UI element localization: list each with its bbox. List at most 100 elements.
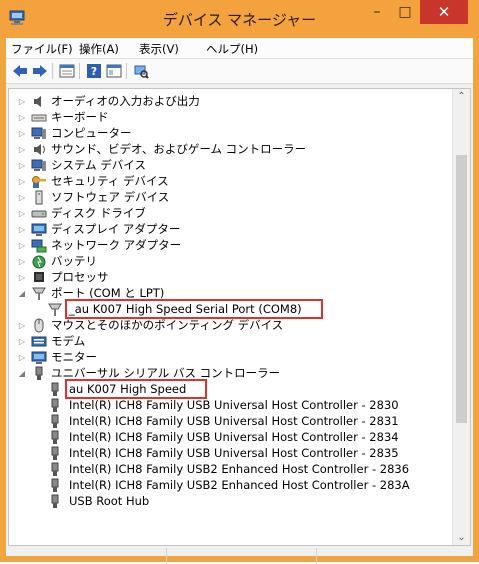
expand-arrow-icon[interactable]: ▷: [17, 317, 27, 334]
collapse-arrow-icon[interactable]: ◢: [17, 365, 27, 382]
expand-arrow-icon[interactable]: ▷: [17, 109, 27, 126]
computer-icon: [31, 127, 46, 139]
tree-item-audio[interactable]: ▷ オーディオの入力および出力: [9, 93, 449, 110]
highlight-box: [65, 379, 207, 399]
expand-arrow-icon[interactable]: ▷: [17, 237, 27, 254]
expand-arrow-icon[interactable]: ▷: [17, 205, 27, 222]
menu-view[interactable]: 表示(V): [139, 41, 179, 57]
menu-file[interactable]: ファイル(F): [11, 41, 73, 57]
tree-item-computer[interactable]: ▷ コンピューター: [9, 125, 449, 142]
tree-item-sound[interactable]: ▷ サウンド、ビデオ、およびゲーム コントローラー: [9, 141, 449, 158]
usb-icon: [51, 494, 59, 508]
tree-item-label: プロセッサ: [51, 270, 109, 284]
tree-item-label: Intel(R) ICH8 Family USB Universal Host …: [69, 446, 399, 460]
toolbar-separator: [52, 63, 53, 79]
tree-item-label: Intel(R) ICH8 Family USB Universal Host …: [69, 414, 399, 428]
tree-item-label: Intel(R) ICH8 Family USB2 Enhanced Host …: [69, 462, 410, 476]
tree-item-usb-2834[interactable]: Intel(R) ICH8 Family USB Universal Host …: [9, 429, 449, 446]
tree-item-usb-root-hub[interactable]: USB Root Hub: [9, 493, 449, 510]
tree-item-software[interactable]: ▷ ソフトウェア デバイス: [9, 189, 449, 206]
svg-text:?: ?: [91, 65, 97, 78]
collapse-arrow-icon[interactable]: ◢: [17, 285, 27, 302]
toolbar-separator: [126, 63, 127, 79]
battery-icon: [32, 255, 46, 269]
expand-arrow-icon[interactable]: ▷: [17, 93, 27, 110]
usb-icon: [35, 366, 43, 380]
tree-item-usb-283a[interactable]: Intel(R) ICH8 Family USB2 Enhanced Host …: [9, 477, 449, 494]
tree-item-label: ディスク ドライブ: [51, 206, 146, 220]
expand-arrow-icon[interactable]: ▷: [17, 173, 27, 190]
title-bar[interactable]: デバイス マネージャー – □ ✕: [0, 0, 479, 38]
toolbar-separator: [79, 63, 80, 79]
menu-bar: ファイル(F) 操作(A) 表示(V) ヘルプ(H): [6, 38, 473, 59]
back-arrow-icon[interactable]: [12, 63, 28, 79]
menu-action[interactable]: 操作(A): [79, 41, 119, 57]
tree-item-label: ソフトウェア デバイス: [51, 190, 170, 204]
key-icon: [32, 176, 46, 188]
display-icon: [31, 223, 47, 236]
tree-item-disk[interactable]: ▷ ディスク ドライブ: [9, 205, 449, 222]
maximize-button[interactable]: □: [392, 0, 418, 24]
tree-item-keyboard[interactable]: ▷ キーボード: [9, 109, 449, 126]
properties-icon[interactable]: [59, 63, 75, 79]
software-icon: [35, 190, 43, 205]
tree-item-label: システム デバイス: [51, 158, 146, 172]
expand-arrow-icon[interactable]: ▷: [17, 157, 27, 174]
monitor-icon: [31, 351, 47, 364]
help-icon[interactable]: ?: [86, 63, 102, 79]
scan-hardware-icon[interactable]: [133, 63, 149, 79]
highlight-box: [65, 299, 323, 319]
tree-item-monitor[interactable]: ▷ モニター: [9, 349, 449, 366]
port-icon: [48, 303, 62, 316]
audio-icon: [34, 96, 41, 107]
scroll-up-icon[interactable]: ⌃: [453, 91, 470, 102]
view-pane-icon[interactable]: [106, 63, 122, 79]
usb-icon: [51, 398, 59, 412]
device-tree[interactable]: ▷ オーディオの入力および出力 ▷ キーボード ▷ コンピューター ▷ サウンド…: [8, 88, 471, 546]
tree-item-modem[interactable]: ▷ モデム: [9, 333, 449, 350]
network-icon: [31, 239, 47, 253]
tree-item-label: USB Root Hub: [69, 494, 150, 508]
vertical-scrollbar[interactable]: ⌃ ⌄: [452, 89, 470, 545]
forward-arrow-icon[interactable]: [32, 63, 48, 79]
tree-item-label: キーボード: [51, 110, 109, 124]
tree-item-label: Intel(R) ICH8 Family USB2 Enhanced Host …: [69, 478, 410, 492]
expand-arrow-icon[interactable]: ▷: [17, 141, 27, 158]
tree-item-label: セキュリティ デバイス: [51, 174, 169, 188]
mouse-icon: [34, 318, 44, 333]
tree-item-usb-2830[interactable]: Intel(R) ICH8 Family USB Universal Host …: [9, 397, 449, 414]
usb-icon: [51, 446, 59, 460]
scroll-thumb[interactable]: [456, 155, 467, 423]
expand-arrow-icon[interactable]: ▷: [17, 189, 27, 206]
tree-item-usb-2835[interactable]: Intel(R) ICH8 Family USB Universal Host …: [9, 445, 449, 462]
expand-arrow-icon[interactable]: ▷: [17, 349, 27, 366]
expand-arrow-icon[interactable]: ▷: [17, 253, 27, 270]
expand-arrow-icon[interactable]: ▷: [17, 125, 27, 142]
scroll-down-icon[interactable]: ⌄: [453, 532, 470, 543]
tree-item-usb-2836[interactable]: Intel(R) ICH8 Family USB2 Enhanced Host …: [9, 461, 449, 478]
close-button[interactable]: ✕: [420, 0, 468, 24]
tree-item-label: モニター: [51, 350, 97, 364]
expand-arrow-icon[interactable]: ▷: [17, 333, 27, 350]
tree-item-usb-2831[interactable]: Intel(R) ICH8 Family USB Universal Host …: [9, 413, 449, 430]
tree-item-label: Intel(R) ICH8 Family USB Universal Host …: [69, 398, 399, 412]
tree-item-system[interactable]: ▷ システム デバイス: [9, 157, 449, 174]
tree-item-label: モデム: [51, 334, 86, 348]
expand-arrow-icon[interactable]: ▷: [17, 221, 27, 238]
usb-icon: [51, 478, 59, 492]
tree-item-display[interactable]: ▷ ディスプレイ アダプター: [9, 221, 449, 238]
usb-icon: [51, 414, 59, 428]
tree-item-mouse[interactable]: ▷ マウスとそのほかのポインティング デバイス: [9, 317, 449, 334]
minimize-button[interactable]: –: [364, 0, 390, 24]
client-area: ファイル(F) 操作(A) 表示(V) ヘルプ(H) ? ▷ オーディオの入力お…: [6, 38, 473, 564]
tree-item-security[interactable]: ▷ セキュリティ デバイス: [9, 173, 449, 190]
tree-item-label: Intel(R) ICH8 Family USB Universal Host …: [69, 430, 399, 444]
tree-item-label: ネットワーク アダプター: [51, 238, 182, 252]
tree-item-processor[interactable]: ▷ プロセッサ: [9, 269, 449, 286]
tree-item-battery[interactable]: ▷ バッテリ: [9, 253, 449, 270]
status-bar: [6, 548, 473, 564]
menu-help[interactable]: ヘルプ(H): [206, 41, 258, 57]
tree-item-network[interactable]: ▷ ネットワーク アダプター: [9, 237, 449, 254]
modem-icon: [31, 336, 47, 347]
expand-arrow-icon[interactable]: ▷: [17, 269, 27, 286]
